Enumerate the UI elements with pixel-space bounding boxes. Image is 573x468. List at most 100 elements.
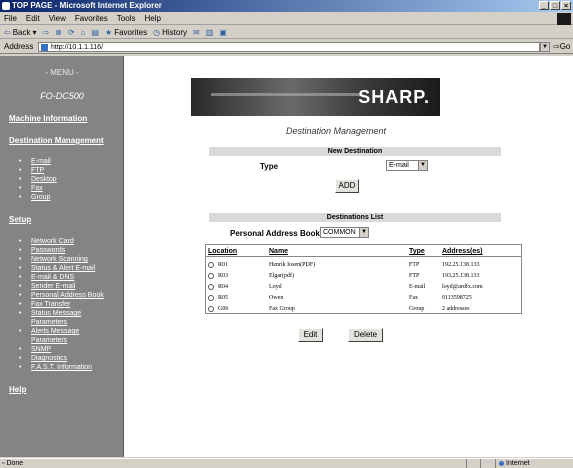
- menu-help[interactable]: Help: [144, 13, 160, 24]
- row-location: R04: [218, 284, 229, 290]
- sidebar-item-personal-address-book[interactable]: Personal Address Book: [19, 291, 104, 300]
- add-button[interactable]: ADD: [335, 179, 359, 193]
- menu-view[interactable]: View: [49, 13, 66, 24]
- type-label: Type: [260, 162, 279, 171]
- print-icon: ▥: [205, 27, 214, 37]
- address-book-select[interactable]: COMMON ▼: [320, 227, 369, 238]
- edit-button[interactable]: Edit: [298, 328, 323, 342]
- sidebar-item-alerts-message[interactable]: Alerts Message: [19, 327, 104, 336]
- chevron-down-icon: ▼: [418, 161, 427, 170]
- destinations-list-header: Destinations List: [209, 213, 501, 222]
- row-address: 0113598725: [442, 295, 472, 301]
- history-icon: ◷: [153, 27, 161, 37]
- minimize-button[interactable]: _: [539, 1, 549, 10]
- window-controls: _ □ ×: [539, 1, 571, 10]
- print-button[interactable]: ▥: [206, 26, 214, 38]
- sidebar-item-desktop[interactable]: Desktop: [19, 175, 57, 184]
- delete-button[interactable]: Delete: [348, 328, 383, 342]
- row-radio[interactable]: [208, 284, 214, 290]
- home-button[interactable]: ⌂: [81, 26, 86, 38]
- refresh-icon: ⟳: [67, 27, 75, 37]
- sidebar-item-status-message[interactable]: Status Message: [19, 309, 104, 318]
- sidebar-machine-information[interactable]: Machine Information: [9, 114, 87, 123]
- maximize-button[interactable]: □: [550, 1, 560, 10]
- column-type[interactable]: Type: [409, 248, 425, 255]
- sidebar-destination-management[interactable]: Destination Management: [9, 136, 104, 145]
- search-button[interactable]: ▤: [91, 26, 99, 38]
- sidebar-item-diagnostics[interactable]: Diagnostics: [19, 354, 104, 363]
- main-content: SHARP. Destination Management New Destin…: [125, 56, 573, 457]
- column-addresses[interactable]: Address(es): [442, 248, 482, 255]
- column-name[interactable]: Name: [269, 248, 288, 255]
- mail-button[interactable]: ✉: [193, 26, 200, 38]
- sidebar-item-fast-information[interactable]: F.A.S.T. Information: [19, 363, 104, 372]
- sidebar-item-status-alert-email[interactable]: Status & Alert E-mail: [19, 264, 104, 273]
- page-done-icon: ▫: [2, 460, 5, 467]
- row-radio[interactable]: [208, 273, 214, 279]
- title-bar: TOP PAGE - Microsoft Internet Explorer _…: [0, 0, 573, 12]
- type-select[interactable]: E-mail ▼: [386, 160, 428, 171]
- go-button[interactable]: ⇨Go: [553, 40, 570, 54]
- sidebar-item-fax-transfer[interactable]: Fax Transfer: [19, 300, 104, 309]
- stop-icon: ⊗: [55, 27, 62, 37]
- row-address: 2 addresses: [442, 306, 470, 312]
- row-address: 193.25.138.133: [442, 273, 480, 279]
- close-button[interactable]: ×: [561, 1, 571, 10]
- row-type: Group: [409, 306, 425, 312]
- sidebar-item-fax[interactable]: Fax: [19, 184, 57, 193]
- page-viewport: - MENU - FO-DC500 Machine Information De…: [0, 56, 573, 457]
- row-radio[interactable]: [208, 295, 214, 301]
- menu-edit[interactable]: Edit: [26, 13, 40, 24]
- sidebar-menu-title: - MENU -: [45, 68, 79, 77]
- table-row[interactable]: R03 Elgar(pdf) FTP 193.25.138.133: [206, 271, 521, 282]
- browser-window: TOP PAGE - Microsoft Internet Explorer _…: [0, 0, 573, 468]
- menu-bar: File Edit View Favorites Tools Help: [0, 13, 573, 25]
- sidebar-item-group[interactable]: Group: [19, 193, 57, 202]
- mail-icon: ✉: [192, 27, 200, 37]
- menu-favorites[interactable]: Favorites: [75, 13, 108, 24]
- refresh-button[interactable]: ⟳: [68, 26, 75, 38]
- favorites-button[interactable]: ★ Favorites: [105, 26, 147, 38]
- sidebar-setup[interactable]: Setup: [9, 215, 31, 224]
- forward-arrow-icon: ⇨: [42, 27, 50, 37]
- sidebar-item-ftp[interactable]: FTP: [19, 166, 57, 175]
- stop-button[interactable]: ⊗: [55, 26, 62, 38]
- go-label: Go: [559, 42, 571, 51]
- row-type: FTP: [409, 262, 420, 268]
- menu-file[interactable]: File: [4, 13, 17, 24]
- toolbar: ⇦ Back ▾ ⇨ ⊗ ⟳ ⌂ ▤ ★ Favorites ◷ History ✉ ▥…: [0, 26, 573, 39]
- sidebar-item-alerts-message-cont[interactable]: Parameters: [19, 336, 104, 345]
- sidebar-item-email-dns[interactable]: E-mail & DNS: [19, 273, 104, 282]
- column-location[interactable]: Location: [208, 248, 237, 255]
- banner-decoration: [211, 93, 361, 96]
- sidebar-item-network-scanning[interactable]: Network Scanning: [19, 255, 104, 264]
- sidebar-help[interactable]: Help: [9, 385, 26, 394]
- row-radio[interactable]: [208, 262, 214, 268]
- favorites-icon: ★: [105, 27, 113, 37]
- back-dropdown-icon[interactable]: ▾: [33, 26, 37, 39]
- sidebar-item-snmp[interactable]: SNMP: [19, 345, 104, 354]
- row-address: 192.25.138.133: [442, 262, 480, 268]
- table-row[interactable]: R01 Henrik Iosen(PDF) FTP 192.25.138.133: [206, 260, 521, 271]
- address-input[interactable]: http://10.1.1.116/: [38, 42, 540, 52]
- sidebar-item-network-card[interactable]: Network Card: [19, 237, 104, 246]
- table-row[interactable]: R04 Loyd E-mail loyd@ardfx.com: [206, 282, 521, 293]
- back-button[interactable]: ⇦ Back ▾: [4, 26, 37, 38]
- row-location: G06: [218, 306, 229, 312]
- edit-page-button[interactable]: ▣: [219, 26, 227, 38]
- address-dropdown-icon[interactable]: ▼: [540, 42, 550, 52]
- table-row[interactable]: G06 Fax Group Group 2 addresses: [206, 304, 521, 315]
- row-radio[interactable]: [208, 306, 214, 312]
- menu-tools[interactable]: Tools: [117, 13, 136, 24]
- history-button[interactable]: ◷ History: [153, 26, 187, 38]
- table-row[interactable]: R05 Owen Fax 0113598725: [206, 293, 521, 304]
- row-type: FTP: [409, 273, 420, 279]
- window-title: TOP PAGE - Microsoft Internet Explorer: [12, 1, 162, 10]
- row-location: R03: [218, 273, 229, 279]
- forward-button[interactable]: ⇨: [43, 26, 50, 38]
- row-name: Fax Group: [269, 306, 295, 312]
- sidebar-item-status-message-cont[interactable]: Parameters: [19, 318, 104, 327]
- sidebar-item-email[interactable]: E-mail: [19, 157, 57, 166]
- sidebar-item-passwords[interactable]: Passwords: [19, 246, 104, 255]
- sidebar-item-sender-email[interactable]: Sender E-mail: [19, 282, 104, 291]
